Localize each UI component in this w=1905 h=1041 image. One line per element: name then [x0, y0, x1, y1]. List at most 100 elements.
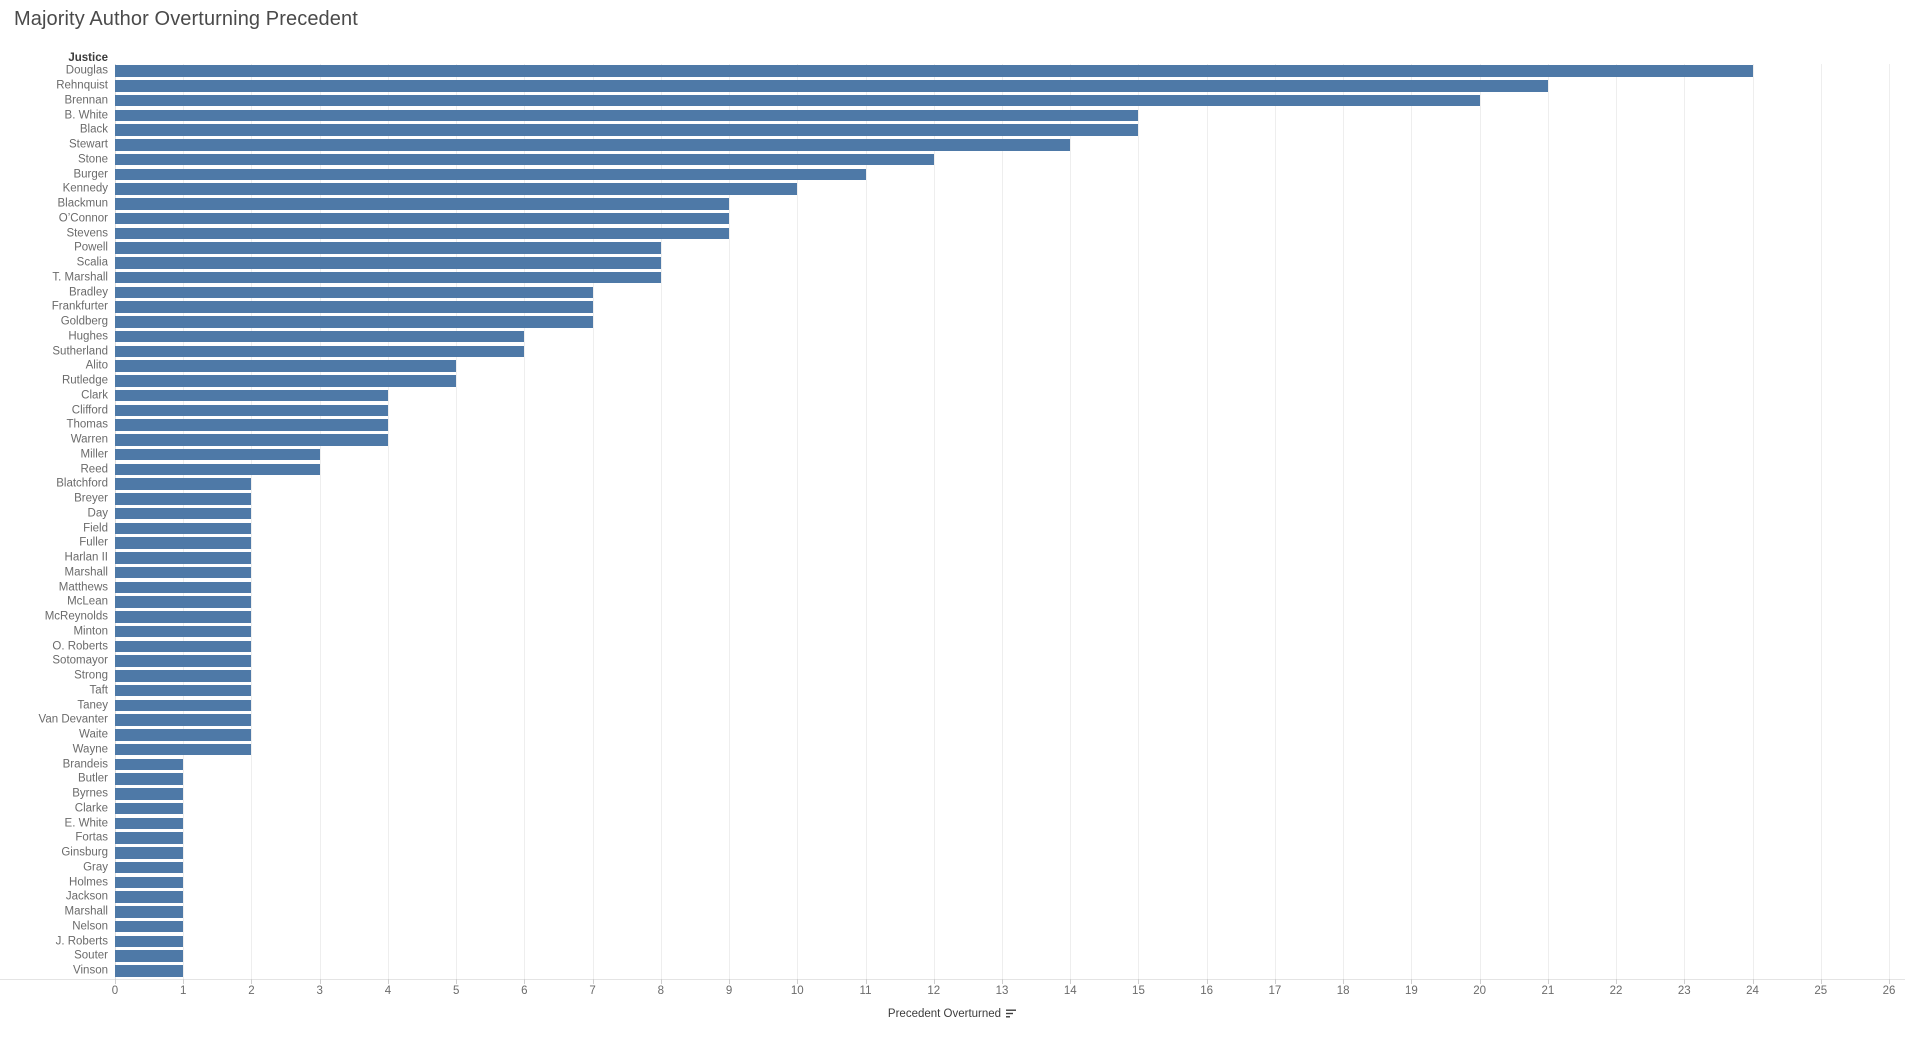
row-label[interactable]: Marshall: [65, 567, 108, 579]
row-label[interactable]: E. White: [65, 817, 108, 830]
bar[interactable]: [115, 301, 593, 313]
bar-row[interactable]: Blackmun: [0, 197, 1905, 212]
row-label[interactable]: T. Marshall: [52, 272, 108, 284]
bar-row[interactable]: Taney: [0, 698, 1905, 713]
row-label[interactable]: Ginsburg: [61, 847, 108, 859]
bar[interactable]: [115, 124, 1139, 136]
bar-row[interactable]: Nelson: [0, 920, 1905, 935]
row-label[interactable]: Taft: [89, 685, 108, 697]
bar-row[interactable]: Miller: [0, 448, 1905, 463]
bar-row[interactable]: Marshall: [0, 905, 1905, 920]
bar[interactable]: [115, 80, 1548, 92]
bar[interactable]: [115, 743, 252, 756]
row-label[interactable]: Sutherland: [52, 345, 108, 358]
row-label[interactable]: Butler: [78, 773, 108, 786]
bar[interactable]: [115, 950, 184, 962]
row-label[interactable]: Strong: [74, 670, 108, 682]
bar-row[interactable]: Clarke: [0, 802, 1905, 817]
bar-row[interactable]: Holmes: [0, 875, 1905, 890]
bar-row[interactable]: Goldberg: [0, 315, 1905, 330]
row-label[interactable]: Clarke: [75, 803, 108, 815]
bar[interactable]: [115, 168, 866, 181]
bar[interactable]: [115, 684, 252, 697]
bar[interactable]: [115, 434, 388, 446]
row-label[interactable]: Day: [88, 508, 108, 520]
bar-row[interactable]: Powell: [0, 241, 1905, 256]
bar-row[interactable]: Brennan: [0, 94, 1905, 109]
row-label[interactable]: Rehnquist: [56, 80, 108, 92]
row-label[interactable]: Alito: [86, 360, 108, 373]
bar-row[interactable]: Frankfurter: [0, 300, 1905, 315]
bar-row[interactable]: Clark: [0, 389, 1905, 404]
row-label[interactable]: J. Roberts: [56, 935, 108, 948]
bar-row[interactable]: Scalia: [0, 256, 1905, 271]
row-label[interactable]: Breyer: [74, 493, 108, 505]
bar-row[interactable]: Bradley: [0, 285, 1905, 300]
row-label[interactable]: Fortas: [75, 832, 108, 845]
bar-row[interactable]: B. White: [0, 108, 1905, 123]
bar-row[interactable]: Van Devanter: [0, 713, 1905, 728]
bar[interactable]: [115, 478, 252, 490]
bar-row[interactable]: Matthews: [0, 580, 1905, 595]
bar-row[interactable]: Breyer: [0, 492, 1905, 507]
row-label[interactable]: Taney: [77, 699, 108, 712]
bar-row[interactable]: Alito: [0, 359, 1905, 374]
row-label[interactable]: Thomas: [66, 419, 108, 432]
bar-row[interactable]: Souter: [0, 949, 1905, 964]
row-label[interactable]: Goldberg: [61, 316, 108, 328]
bar[interactable]: [115, 876, 184, 889]
bar-row[interactable]: Brandeis: [0, 757, 1905, 772]
bar[interactable]: [115, 153, 934, 166]
bar[interactable]: [115, 537, 252, 549]
bar[interactable]: [115, 522, 252, 535]
x-axis-title[interactable]: Precedent Overturned: [888, 1008, 1001, 1020]
bar[interactable]: [115, 448, 320, 461]
bar[interactable]: [115, 965, 184, 977]
row-label[interactable]: Rutledge: [62, 375, 108, 387]
bar-row[interactable]: Minton: [0, 625, 1905, 640]
row-label[interactable]: Van Devanter: [39, 714, 108, 727]
bar[interactable]: [115, 758, 184, 771]
row-label[interactable]: Sotomayor: [52, 655, 108, 668]
bar-row[interactable]: Black: [0, 123, 1905, 138]
bar-row[interactable]: Ginsburg: [0, 846, 1905, 861]
bar[interactable]: [115, 847, 184, 859]
bar[interactable]: [115, 330, 525, 343]
row-label[interactable]: Brandeis: [63, 758, 108, 771]
row-label[interactable]: Field: [83, 522, 108, 535]
row-label[interactable]: Harlan II: [65, 552, 108, 564]
bar[interactable]: [115, 375, 457, 387]
bar[interactable]: [115, 655, 252, 667]
bar-row[interactable]: Taft: [0, 684, 1905, 699]
row-label[interactable]: Stevens: [66, 227, 108, 240]
bar[interactable]: [115, 670, 252, 682]
bar-row[interactable]: Day: [0, 507, 1905, 522]
bar-row[interactable]: Wayne: [0, 743, 1905, 758]
bar-row[interactable]: T. Marshall: [0, 271, 1905, 286]
row-label[interactable]: Warren: [71, 434, 108, 446]
row-label[interactable]: Minton: [73, 626, 108, 638]
bar-row[interactable]: O’Connor: [0, 212, 1905, 227]
bar[interactable]: [115, 286, 593, 299]
bar-row[interactable]: Rehnquist: [0, 79, 1905, 94]
bar-row[interactable]: Blatchford: [0, 477, 1905, 492]
row-label[interactable]: McReynolds: [45, 611, 108, 623]
bar-row[interactable]: Hughes: [0, 330, 1905, 345]
bar[interactable]: [115, 581, 252, 594]
row-label[interactable]: Frankfurter: [52, 301, 108, 314]
row-label[interactable]: Stone: [78, 154, 108, 166]
row-label[interactable]: Waite: [79, 729, 108, 741]
row-label[interactable]: Byrnes: [72, 788, 108, 800]
bar-row[interactable]: Douglas: [0, 64, 1905, 79]
row-label[interactable]: Douglas: [66, 65, 108, 78]
row-label[interactable]: Miller: [81, 449, 108, 461]
bar[interactable]: [115, 463, 320, 476]
row-label[interactable]: B. White: [65, 109, 108, 122]
bar[interactable]: [115, 242, 661, 254]
bar-row[interactable]: McReynolds: [0, 610, 1905, 625]
bar[interactable]: [115, 625, 252, 638]
row-label[interactable]: Powell: [74, 242, 108, 255]
bar[interactable]: [115, 198, 730, 210]
bar-row[interactable]: Warren: [0, 433, 1905, 448]
bar-row[interactable]: O. Roberts: [0, 639, 1905, 654]
